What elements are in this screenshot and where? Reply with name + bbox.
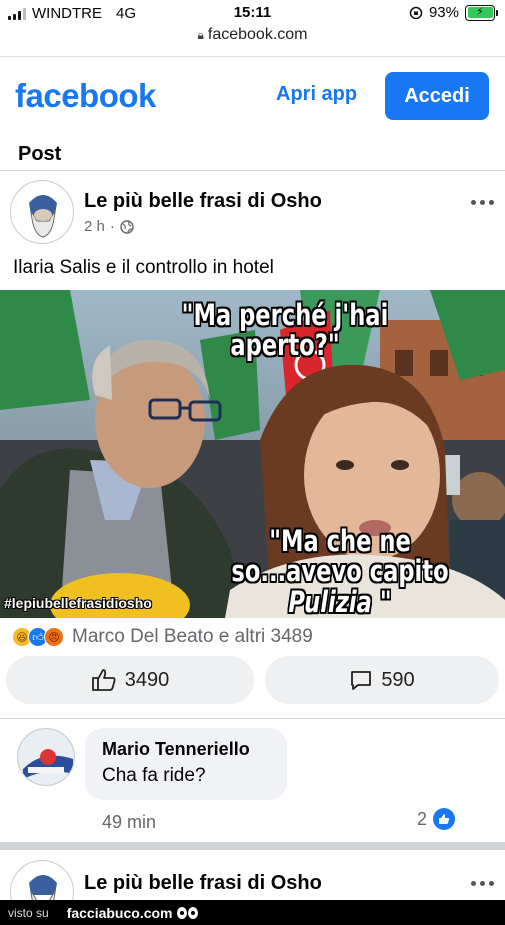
commenter-photo <box>18 729 74 785</box>
meme-quote-bottom-text: "Ma che ne so...avevo capito <box>231 524 449 589</box>
battery-icon: ⚡ <box>465 4 498 21</box>
next-post-page-name[interactable]: Le più belle frasi di Osho <box>84 872 322 895</box>
comment-author[interactable]: Mario Tenneriello <box>102 739 270 760</box>
comment-bubble: Mario Tenneriello Cha fa ride? <box>85 728 287 800</box>
meta-dot: · <box>109 218 115 235</box>
address-bar[interactable]: 🔒︎ facebook.com <box>0 26 505 44</box>
thumbs-up-icon <box>91 669 116 691</box>
watermark-visto: visto su <box>8 905 49 920</box>
post-options-button[interactable] <box>467 196 497 208</box>
meme-quote-close: " <box>371 584 392 618</box>
like-button[interactable]: 3490 <box>6 656 254 704</box>
section-title: Post <box>18 143 62 165</box>
eyes-icon <box>176 906 198 919</box>
image-hashtag: #lepiubellefrasidiosho <box>4 595 152 611</box>
battery-info: 93% ⚡ <box>409 4 498 21</box>
lock-icon: 🔒︎ <box>197 28 204 42</box>
post-meta: 2 h · <box>84 218 134 235</box>
post-time[interactable]: 2 h <box>84 218 105 235</box>
page-name[interactable]: Le più belle frasi di Osho <box>84 190 322 213</box>
comment-like-count: 2 <box>417 808 428 829</box>
top-nav: facebook Apri app Accedi <box>0 56 505 136</box>
page-avatar[interactable] <box>10 180 74 244</box>
login-button[interactable]: Accedi <box>385 72 489 120</box>
angry-icon: 😠︎ <box>44 627 64 647</box>
comment-icon <box>351 671 372 690</box>
status-bar: WINDTRE 4G 15:11 93% ⚡ <box>0 0 505 24</box>
comment-button[interactable]: 590 <box>265 656 499 704</box>
post-separator <box>0 842 505 850</box>
meme-quote-emphasis: Pulizia <box>288 584 372 618</box>
comment-likes[interactable]: 2 <box>417 808 456 830</box>
watermark-brand: facciabuco.com <box>66 904 173 921</box>
divider <box>0 718 505 719</box>
reactions-text: Marco Del Beato e altri 3489 <box>72 626 313 647</box>
meme-quote-bottom: "Ma che ne so...avevo capito Pulizia " <box>207 526 472 617</box>
like-count: 3490 <box>124 668 170 691</box>
globe-icon <box>120 219 134 234</box>
next-post-options-button[interactable] <box>467 877 497 889</box>
facebook-logo[interactable]: facebook <box>15 77 156 115</box>
open-app-link[interactable]: Apri app <box>276 83 357 106</box>
url-text: facebook.com <box>207 26 308 43</box>
post-caption: Ilaria Salis e il controllo in hotel <box>13 257 274 278</box>
post-image[interactable]: "Ma perché j'hai aperto?" "Ma che ne so.… <box>0 290 505 618</box>
divider <box>0 170 505 171</box>
comment-time[interactable]: 49 min <box>102 812 156 833</box>
osho-avatar-icon <box>29 195 57 238</box>
comment-count: 590 <box>381 668 415 691</box>
commenter-avatar[interactable] <box>17 728 75 786</box>
reactions-summary[interactable]: 😆︎ 👍︎ 😠︎ Marco Del Beato e altri 3489 <box>12 626 313 648</box>
rotation-lock-icon <box>409 6 423 19</box>
watermark-bar: visto su facciabuco.com <box>0 900 505 925</box>
comment-text: Cha fa ride? <box>102 765 206 786</box>
battery-percent: 93% <box>428 4 459 21</box>
like-icon <box>433 808 456 830</box>
reaction-icons: 😆︎ 👍︎ 😠︎ <box>12 627 64 647</box>
meme-quote-top: "Ma perché j'hai aperto?" <box>181 298 389 363</box>
